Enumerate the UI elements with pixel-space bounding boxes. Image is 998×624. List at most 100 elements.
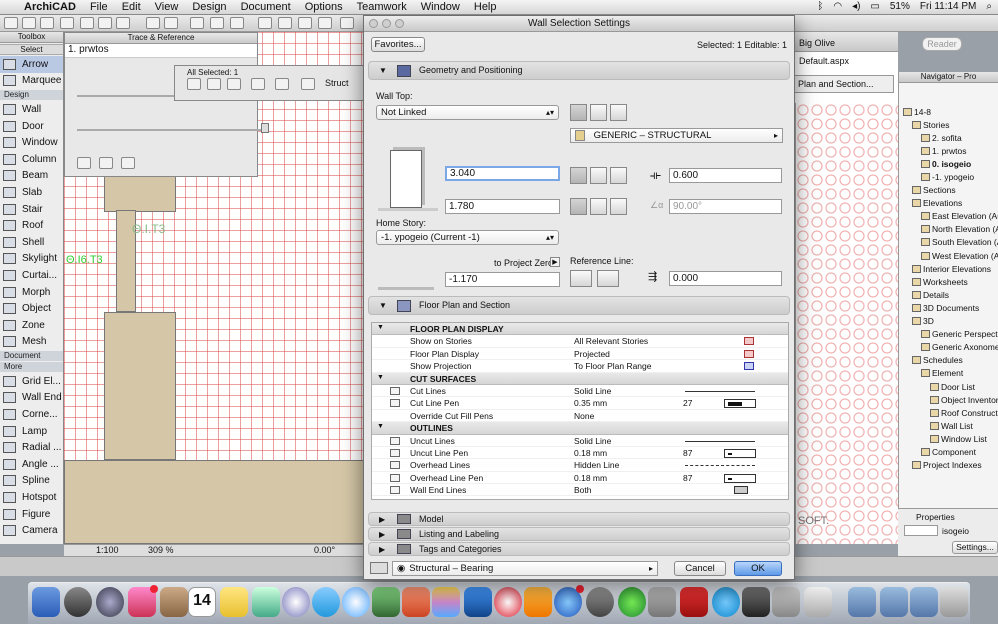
zoom-icon[interactable] xyxy=(395,19,404,28)
archicad-icon[interactable] xyxy=(742,587,770,617)
navigator-item[interactable]: Generic Perspectiv xyxy=(899,328,998,341)
table-row[interactable]: Show Projection To Floor Plan Range xyxy=(372,360,788,373)
navigator-item[interactable]: West Elevation (Au xyxy=(899,249,998,262)
navigator-item[interactable]: Element xyxy=(899,367,998,380)
document-group[interactable]: Document xyxy=(0,351,63,362)
clock[interactable]: Fri 11:14 PM xyxy=(920,1,977,12)
tool-item[interactable]: Window xyxy=(0,134,63,151)
tool-item[interactable]: Door xyxy=(0,118,63,135)
tool-item[interactable]: Slab xyxy=(0,184,63,201)
downloads-icon[interactable] xyxy=(910,587,938,617)
zoom-icon[interactable] xyxy=(318,17,332,29)
wall-element[interactable] xyxy=(64,460,364,544)
keynote-icon[interactable] xyxy=(464,587,492,617)
navigator-item[interactable]: Elevations xyxy=(899,197,998,210)
preview-icon[interactable] xyxy=(252,587,280,617)
tool-item[interactable]: Morph xyxy=(0,284,63,301)
home-story-select[interactable]: -1. ypogeio (Current -1) ▴▾ xyxy=(376,230,559,245)
messages-icon[interactable] xyxy=(128,585,158,617)
table-row[interactable]: Wall End Lines Both xyxy=(372,484,788,497)
navigator-item[interactable]: Object Inventor xyxy=(899,393,998,406)
more-group[interactable]: More xyxy=(0,362,63,373)
navigator-item[interactable]: North Elevation (A xyxy=(899,223,998,236)
archicad-doc-icon[interactable] xyxy=(772,587,800,617)
spotlight-icon[interactable]: ⌕ xyxy=(986,1,992,12)
browser-tab[interactable]: Default.aspx xyxy=(799,56,849,66)
angle-field[interactable]: 90.00° xyxy=(669,199,782,214)
magic-wand-icon[interactable] xyxy=(190,17,204,29)
floor-plan-section-header[interactable]: ▼ Floor Plan and Section xyxy=(368,296,790,315)
reference-line-flip-icon[interactable] xyxy=(597,270,619,287)
system-preferences-icon[interactable] xyxy=(586,587,614,617)
listing-section-header[interactable]: ▶ Listing and Labeling xyxy=(368,527,790,541)
wall-element[interactable] xyxy=(104,312,176,460)
navigator-item[interactable]: 1. prwtos xyxy=(899,144,998,157)
ibooks-icon[interactable] xyxy=(524,587,552,617)
tool-item[interactable]: Mesh xyxy=(0,334,63,351)
table-row[interactable]: Overhead Lines Hidden Line xyxy=(372,459,788,472)
structure-composite-icon[interactable] xyxy=(590,104,607,121)
folder-icon[interactable] xyxy=(880,587,908,617)
structure-basic-icon[interactable] xyxy=(570,104,587,121)
slider-handle[interactable] xyxy=(261,123,269,133)
paste-icon[interactable] xyxy=(116,17,130,29)
copy-icon[interactable] xyxy=(98,17,112,29)
save-icon[interactable] xyxy=(40,17,54,29)
photo-booth-icon[interactable] xyxy=(432,587,460,617)
menu-options[interactable]: Options xyxy=(305,1,343,13)
minimize-icon[interactable] xyxy=(382,19,391,28)
wall-element[interactable] xyxy=(104,172,176,212)
table-row[interactable]: Uncut Line Pen 0.18 mm 87 xyxy=(372,447,788,460)
tool-item[interactable]: Object xyxy=(0,300,63,317)
thickness-field[interactable]: 0.600 xyxy=(669,168,782,183)
navigator-item[interactable]: Project Indexes xyxy=(899,459,998,472)
volume-icon[interactable]: ◂) xyxy=(852,1,860,12)
tool-item[interactable]: Curtai... xyxy=(0,267,63,284)
battery-icon[interactable]: ▭ xyxy=(870,1,879,12)
tool-item[interactable]: Wall End xyxy=(0,390,63,407)
table-row[interactable]: Override Cut Fill Pens None xyxy=(372,410,788,423)
navigator-item[interactable]: 2. sofita xyxy=(899,131,998,144)
reference-icon[interactable] xyxy=(99,157,113,169)
geometry-section-header[interactable]: ▼ Geometry and Positioning xyxy=(368,61,790,80)
navigator-item[interactable]: 14-8 xyxy=(899,105,998,118)
navigator-item[interactable]: Worksheets xyxy=(899,275,998,288)
grid-icon[interactable] xyxy=(278,17,292,29)
navigator-item[interactable]: South Elevation (A xyxy=(899,236,998,249)
trash-icon[interactable] xyxy=(940,587,968,617)
tool-item[interactable]: Shell xyxy=(0,234,63,251)
table-row[interactable]: Cut Lines Solid Line xyxy=(372,385,788,398)
select-mode-icon[interactable] xyxy=(187,78,201,90)
tool-item[interactable]: Lamp xyxy=(0,423,63,440)
table-row[interactable]: Cut Line Pen 0.35 mm 27 xyxy=(372,397,788,410)
tool-item[interactable]: Spline xyxy=(0,473,63,490)
wall-bottom-field[interactable]: 1.780 xyxy=(445,199,560,214)
construction-icon[interactable] xyxy=(227,78,241,90)
navigator-item[interactable]: Component xyxy=(899,445,998,458)
itunes-icon[interactable] xyxy=(342,587,370,617)
cut-icon[interactable] xyxy=(80,17,94,29)
model-section-header[interactable]: ▶ Model xyxy=(368,512,790,526)
tool-item[interactable]: Grid El... xyxy=(0,373,63,390)
navigator-item[interactable]: Window List xyxy=(899,432,998,445)
design-group[interactable]: Design xyxy=(0,90,63,101)
table-row[interactable]: Overhead Line Pen 0.18 mm 87 xyxy=(372,472,788,485)
wall-height-field[interactable]: 3.040 xyxy=(445,166,560,181)
utorrent-icon[interactable] xyxy=(618,587,646,617)
app-icon[interactable] xyxy=(402,587,430,617)
pan-icon[interactable] xyxy=(340,17,354,29)
project-zero-arrow-icon[interactable]: ▶ xyxy=(550,257,560,267)
table-row[interactable]: Floor Plan Display Projected xyxy=(372,348,788,361)
structure-profile-icon[interactable] xyxy=(610,104,627,121)
safari-icon[interactable] xyxy=(282,587,310,617)
vertical-wall-icon[interactable] xyxy=(570,198,587,215)
mission-control-icon[interactable] xyxy=(96,587,124,617)
scale-display[interactable]: 1:100 xyxy=(96,545,119,555)
properties-id-field[interactable] xyxy=(904,525,938,536)
polygonal-wall-icon[interactable] xyxy=(610,167,627,184)
reference-offset-field[interactable]: 0.000 xyxy=(669,271,782,286)
navigator-item[interactable]: Interior Elevations xyxy=(899,262,998,275)
navigator-item[interactable]: Details xyxy=(899,288,998,301)
tags-section-header[interactable]: ▶ Tags and Categories xyxy=(368,542,790,556)
menu-window[interactable]: Window xyxy=(421,1,460,13)
